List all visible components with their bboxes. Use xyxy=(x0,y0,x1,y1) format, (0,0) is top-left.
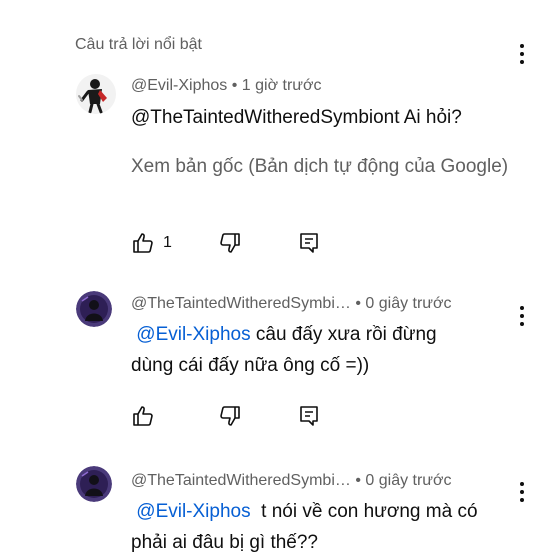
reply-button[interactable] xyxy=(297,404,321,428)
see-original-link[interactable]: Xem bản gốc (Bản dịch tự động của Google… xyxy=(131,156,508,178)
profile-picture-icon xyxy=(76,466,112,502)
reply-button[interactable] xyxy=(297,231,321,255)
comment-2-more-icon[interactable] xyxy=(512,304,532,328)
comment-1-author-line: @Evil-Xiphos • 1 giờ trước xyxy=(131,77,322,95)
comment-author[interactable]: @TheTaintedWitheredSymbi… xyxy=(131,295,351,312)
avatar-tainted-withered[interactable] xyxy=(76,466,112,502)
mention-link[interactable]: @Evil-Xiphos xyxy=(136,324,250,345)
thumb-down-icon xyxy=(220,233,240,253)
like-button[interactable] xyxy=(131,404,155,428)
stickman-avatar-icon xyxy=(76,74,116,114)
thumb-up-icon xyxy=(133,406,153,426)
comment-3-text: @Evil-Xiphos t nói về con hương mà có ph… xyxy=(131,496,511,558)
dislike-button[interactable] xyxy=(218,231,242,255)
comment-author[interactable]: @TheTaintedWitheredSymbi… xyxy=(131,472,351,489)
meta-separator: • xyxy=(227,77,242,94)
avatar-tainted-withered[interactable] xyxy=(76,291,112,327)
mention-link[interactable]: @Evil-Xiphos xyxy=(136,501,250,522)
thumb-up-icon xyxy=(133,233,153,253)
like-count: 1 xyxy=(163,234,172,251)
comment-author[interactable]: @Evil-Xiphos xyxy=(131,77,227,94)
reply-icon xyxy=(300,233,318,253)
comment-text-line: dùng cái đấy nữa ông cố =)) xyxy=(131,355,370,376)
meta-separator: • xyxy=(350,295,366,312)
comment-2-author-line: @TheTaintedWitheredSymbi… • 0 giây trước xyxy=(131,295,452,313)
header-more-icon[interactable] xyxy=(512,42,532,66)
dislike-button[interactable] xyxy=(218,404,242,428)
reply-icon xyxy=(300,406,318,426)
avatar-evil-xiphos[interactable] xyxy=(76,74,116,114)
comment-text-line: t nói về con hương mà có xyxy=(250,501,478,522)
comment-3-author-line: @TheTaintedWitheredSymbi… • 0 giây trước xyxy=(131,472,452,490)
comment-text-line: phải ai đâu bị gì thế?? xyxy=(131,532,318,553)
comment-time[interactable]: 1 giờ trước xyxy=(242,77,322,94)
comment-2-text: @Evil-Xiphos câu đấy xưa rồi đừng dùng c… xyxy=(131,319,511,381)
comment-time[interactable]: 0 giây trước xyxy=(365,472,451,489)
profile-picture-icon xyxy=(76,291,112,327)
comment-text-line: câu đấy xưa rồi đừng xyxy=(250,324,437,345)
comment-3-more-icon[interactable] xyxy=(512,480,532,504)
like-button[interactable]: 1 xyxy=(131,231,172,255)
featured-replies-title: Câu trả lời nổi bật xyxy=(75,36,202,53)
comment-time[interactable]: 0 giây trước xyxy=(365,295,451,312)
comment-1-text: @TheTaintedWitheredSymbiont Ai hỏi? xyxy=(131,107,462,128)
thumb-down-icon xyxy=(220,406,240,426)
meta-separator: • xyxy=(350,472,366,489)
